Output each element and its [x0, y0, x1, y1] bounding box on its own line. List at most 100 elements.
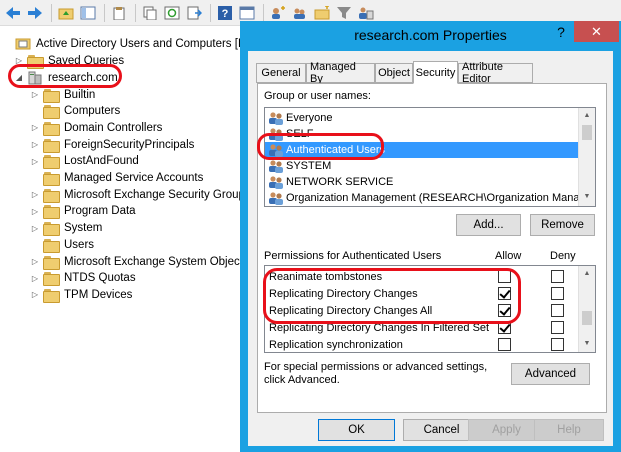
expand-arrow-icon[interactable]: ▷: [30, 90, 40, 99]
back-arrow-icon[interactable]: [3, 3, 23, 23]
scroll-thumb[interactable]: [582, 311, 592, 325]
scroll-up-arrow-icon[interactable]: ▲: [579, 108, 595, 124]
title-help-button[interactable]: ?: [548, 22, 574, 42]
remove-button[interactable]: Remove: [530, 214, 595, 236]
user-group-icon: [268, 191, 284, 205]
show-tree-icon[interactable]: [78, 3, 98, 23]
allow-checkbox[interactable]: [498, 287, 511, 300]
expand-arrow-icon[interactable]: ▷: [30, 157, 40, 166]
new-user-icon[interactable]: [268, 3, 288, 23]
permission-row-label: Replicating Directory Changes: [269, 288, 418, 300]
allow-checkbox[interactable]: [498, 321, 511, 334]
svg-text:?: ?: [222, 8, 229, 20]
scroll-down-arrow-icon[interactable]: ▼: [579, 189, 595, 205]
delegate-control-icon[interactable]: [356, 3, 376, 23]
deny-checkbox[interactable]: [551, 338, 564, 351]
user-list-item[interactable]: SELF: [265, 126, 579, 142]
user-list-item-label: Authenticated Users: [286, 144, 386, 156]
permission-row-label: Replication synchronization: [269, 339, 403, 351]
permissions-scrollbar[interactable]: ▲ ▼: [578, 266, 595, 352]
tree-item[interactable]: ▷ LostAndFound: [30, 153, 139, 170]
console-tree-icon[interactable]: [237, 3, 257, 23]
tree-item[interactable]: Users: [30, 236, 94, 253]
tab-security[interactable]: Security: [413, 61, 458, 84]
special-permissions-text: For special permissions or advanced sett…: [264, 361, 488, 386]
folder-icon: [43, 88, 60, 103]
allow-checkbox[interactable]: [498, 304, 511, 317]
tree-item-label: System: [64, 222, 103, 235]
folder-icon: [43, 205, 60, 220]
new-ou-icon[interactable]: [312, 3, 332, 23]
tree-item[interactable]: ▷ Program Data: [30, 203, 136, 220]
expand-arrow-icon[interactable]: ▷: [30, 190, 40, 199]
tree-item[interactable]: Managed Service Accounts: [30, 170, 203, 187]
tree-item[interactable]: ▷ System: [30, 220, 102, 237]
forward-arrow-icon[interactable]: [25, 3, 45, 23]
tree-item-saved-queries[interactable]: ▷ Saved Queries: [14, 52, 124, 69]
ok-button[interactable]: OK: [318, 419, 395, 441]
expand-arrow-icon[interactable]: ▷: [30, 123, 40, 132]
user-group-icon: [268, 111, 284, 125]
tree-item-domain[interactable]: ◢ research.com: [14, 69, 118, 86]
advanced-button[interactable]: Advanced: [511, 363, 590, 385]
user-list-item-label: Organization Management (RESEARCH\Organi…: [286, 192, 596, 204]
expand-arrow-icon[interactable]: ▷: [30, 224, 40, 233]
user-list-item[interactable]: SYSTEM: [265, 158, 579, 174]
add-button[interactable]: Add...: [456, 214, 521, 236]
tree-item[interactable]: ▷ Builtin: [30, 86, 95, 103]
collapse-arrow-icon[interactable]: ◢: [14, 73, 24, 82]
filter-icon[interactable]: [334, 3, 354, 23]
refresh-icon[interactable]: [162, 3, 182, 23]
help-button[interactable]: Help: [534, 419, 604, 441]
deny-checkbox[interactable]: [551, 304, 564, 317]
scroll-down-arrow-icon[interactable]: ▼: [579, 336, 595, 352]
allow-checkbox[interactable]: [498, 338, 511, 351]
tab-managed-by[interactable]: Managed By: [306, 61, 375, 85]
expand-arrow-icon[interactable]: ▷: [30, 207, 40, 216]
user-list-item[interactable]: Organization Management (RESEARCH\Organi…: [265, 190, 595, 206]
tree-root-label: Active Directory Users and Computers [DC: [36, 37, 240, 50]
user-list-item[interactable]: Everyone: [265, 110, 579, 126]
expand-arrow-icon[interactable]: ▷: [30, 274, 40, 283]
expand-arrow-icon[interactable]: ▷: [14, 56, 24, 65]
tree-item-label: Program Data: [64, 205, 136, 218]
deny-checkbox[interactable]: [551, 321, 564, 334]
users-listbox[interactable]: Everyone SELF Authenticated Users SYSTEM NET…: [264, 107, 596, 207]
tree-item[interactable]: ▷ ForeignSecurityPrincipals: [30, 136, 194, 153]
tree-item[interactable]: ▷ Microsoft Exchange System Objects: [30, 253, 240, 270]
users-scrollbar[interactable]: ▲ ▼: [578, 108, 595, 206]
scroll-thumb[interactable]: [582, 125, 592, 140]
clipboard-icon[interactable]: [109, 3, 129, 23]
tree-root[interactable]: Active Directory Users and Computers [DC: [2, 35, 240, 52]
dialog-titlebar[interactable]: research.com Properties ? ✕: [240, 21, 621, 49]
close-button[interactable]: ✕: [574, 21, 619, 42]
user-list-item[interactable]: Authenticated Users: [265, 142, 579, 158]
allow-checkbox[interactable]: [498, 270, 511, 283]
expand-arrow-icon[interactable]: ▷: [30, 257, 40, 266]
tab-attribute-editor[interactable]: Attribute Editor: [458, 61, 533, 85]
tree-item[interactable]: ▷ Microsoft Exchange Security Group: [30, 186, 240, 203]
copy-icon[interactable]: [140, 3, 160, 23]
domain-icon: [27, 71, 43, 85]
scroll-up-arrow-icon[interactable]: ▲: [579, 266, 595, 282]
up-folder-icon[interactable]: [56, 3, 76, 23]
user-group-icon: [268, 159, 284, 173]
domain-label: research.com: [48, 71, 118, 84]
expand-arrow-icon[interactable]: ▷: [30, 290, 40, 299]
help-icon[interactable]: ?: [215, 3, 235, 23]
tab-object[interactable]: Object: [375, 63, 413, 83]
permissions-listbox[interactable]: Reanimate tombstones Replicating Director…: [264, 265, 596, 353]
export-list-icon[interactable]: [184, 3, 204, 23]
tree-item[interactable]: ▷ TPM Devices: [30, 286, 132, 303]
folder-icon: [43, 121, 60, 136]
user-list-item-label: Everyone: [286, 112, 333, 124]
deny-checkbox[interactable]: [551, 287, 564, 300]
tree-item[interactable]: Computers: [30, 103, 120, 120]
deny-checkbox[interactable]: [551, 270, 564, 283]
user-list-item[interactable]: NETWORK SERVICE: [265, 174, 579, 190]
tree-item[interactable]: ▷ Domain Controllers: [30, 119, 162, 136]
tree-item[interactable]: ▷ NTDS Quotas: [30, 270, 136, 287]
expand-arrow-icon[interactable]: ▷: [30, 140, 40, 149]
new-group-icon[interactable]: [290, 3, 310, 23]
tab-general[interactable]: General: [256, 63, 306, 83]
